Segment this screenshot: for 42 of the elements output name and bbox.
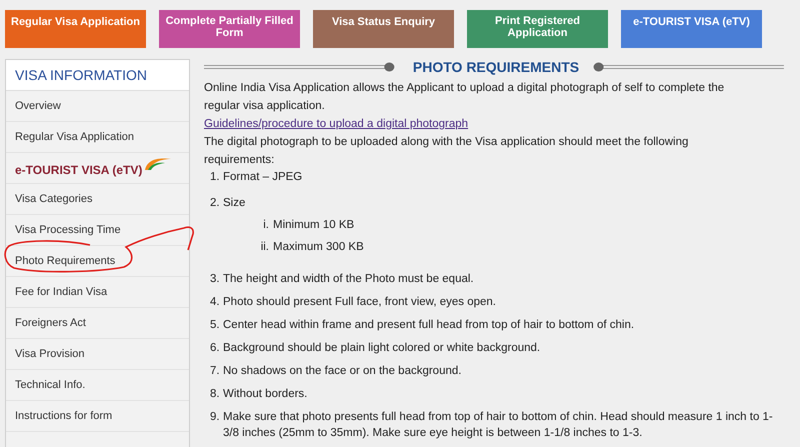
list-number: ii. <box>260 240 269 255</box>
list-number: 7. <box>210 364 221 379</box>
sidebar-link[interactable]: Overview <box>6 91 189 122</box>
list-number: 8. <box>210 387 221 402</box>
requirement-text: The height and width of the Photo must be equal. <box>223 272 475 287</box>
sidebar-heading: e-TOURIST VISA (eTV) <box>15 163 142 177</box>
list-number: 2. <box>210 196 221 211</box>
guidelines-link[interactable]: Guidelines/procedure to upload a digital photograph <box>204 115 784 133</box>
list-number: 5. <box>210 318 221 333</box>
nav-button[interactable]: Visa Status Enquiry <box>313 10 454 48</box>
list-number: 3. <box>210 272 221 287</box>
sidebar-link[interactable]: Visa Provision <box>6 339 189 370</box>
requirement-text: Maximum 300 KB <box>273 240 365 255</box>
requirement-text: Center head within frame and present full head from top of hair to bottom of chin. <box>223 318 636 333</box>
list-number: i. <box>262 218 269 233</box>
requirement-text: Make sure that photo presents full head from top of hair to bottom of chin. Head should measure 1 inch to 1-3/8 inches (25mm to 35mm). Make sure eye height is between 1-1/8 inches to 1-3. <box>223 410 774 441</box>
requirement-text: Format – JPEG <box>223 170 304 185</box>
nav-button[interactable]: Complete Partially Filled Form <box>159 10 300 48</box>
list-number: 1. <box>210 170 221 185</box>
sidebar-link[interactable]: Visa Categories <box>6 184 189 215</box>
sidebar-link[interactable]: Regular Visa Application <box>6 122 189 153</box>
nav-button[interactable]: Print Registered Application <box>467 10 608 48</box>
nav-button[interactable]: e-TOURIST VISA (eTV) <box>621 10 762 48</box>
requirement-text: Background should be plain light colored or white background. <box>223 341 542 356</box>
sidebar-link[interactable]: Instructions for form <box>6 401 189 432</box>
sidebar-link[interactable]: Foreigners Act <box>6 308 189 339</box>
requirement-text: Photo should present Full face, front view, eyes open. <box>223 295 497 310</box>
requirement-text: No shadows on the face or on the background. <box>223 364 462 379</box>
lead-paragraph: The digital photograph to be uploaded along with the Visa application should meet the following requirements: <box>204 135 690 168</box>
requirement-text: Minimum 10 KB <box>273 218 356 233</box>
requirement-text: Without borders. <box>223 387 308 402</box>
requirement-text: Size <box>223 196 246 211</box>
intro-paragraph: Online India Visa Application allows the Applicant to upload a digital photograph of self to complete the regular visa application. <box>204 81 726 114</box>
sidebar-link[interactable]: Visa Processing Time <box>6 215 189 246</box>
sidebar-link[interactable]: Photo Requirements <box>6 246 189 277</box>
list-number: 9. <box>210 410 221 425</box>
page-title: PHOTO REQUIREMENTS <box>412 59 580 75</box>
list-number: 6. <box>210 341 221 356</box>
sidebar-link[interactable]: Fee for Indian Visa <box>6 277 189 308</box>
list-number: 4. <box>210 295 221 310</box>
sidebar-title: VISA INFORMATION <box>6 60 189 91</box>
sidebar-link[interactable]: Technical Info. <box>6 370 189 401</box>
